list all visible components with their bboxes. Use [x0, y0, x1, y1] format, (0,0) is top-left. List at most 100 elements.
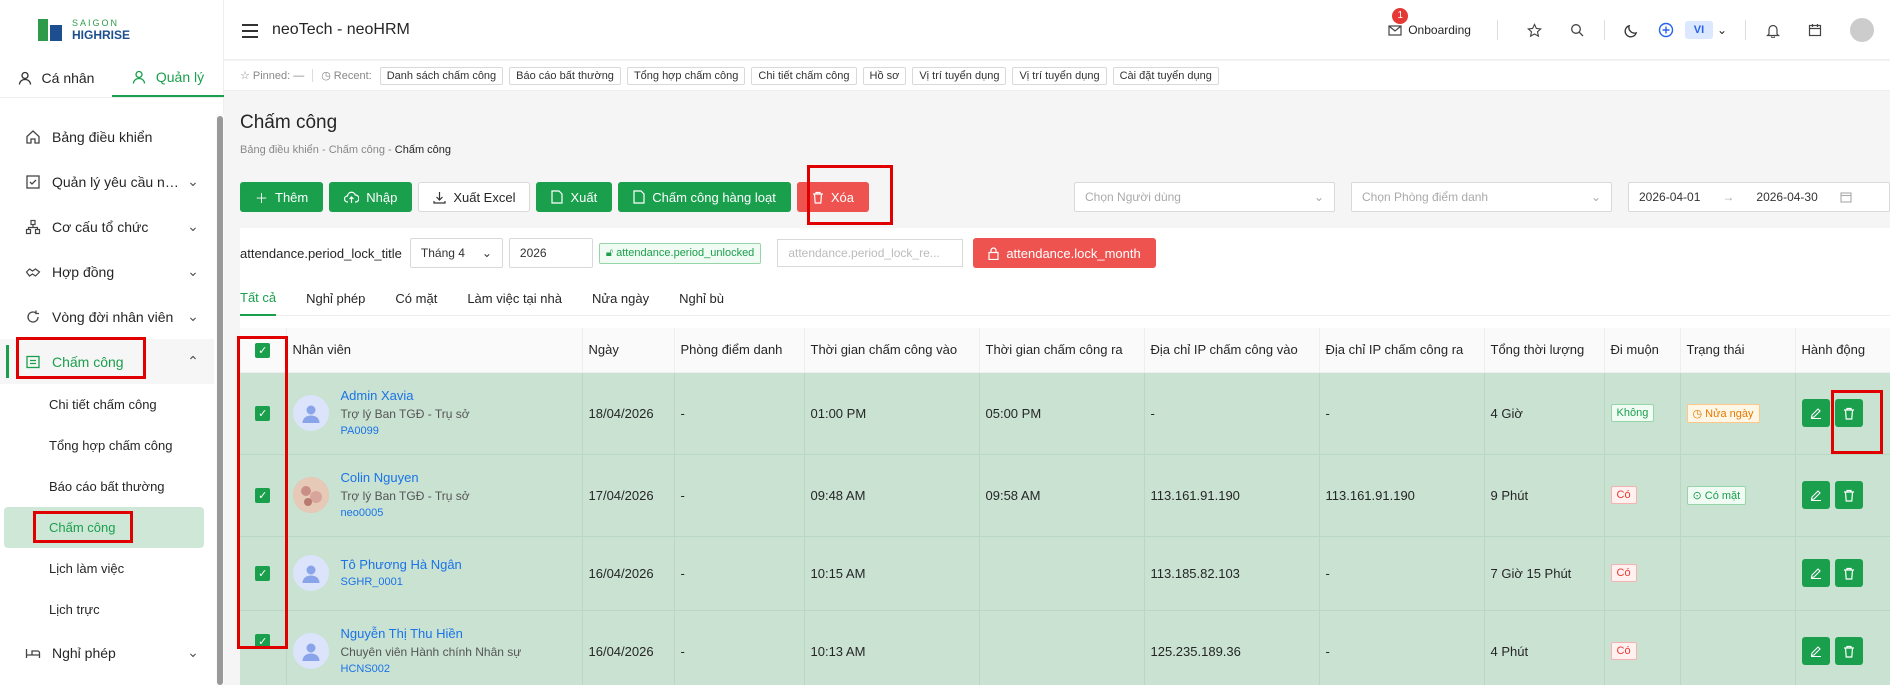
add-button[interactable]: ＋ Thêm — [240, 182, 324, 212]
sidebar-subitem-attendance[interactable]: Chấm công — [4, 507, 204, 548]
ip-in-cell: - — [1144, 372, 1320, 455]
breadcrumb-item[interactable]: Bảng điều khiển — [240, 144, 319, 156]
employee-name-link[interactable]: Colin Nguyen — [341, 469, 470, 487]
hamburger-menu-icon[interactable] — [242, 24, 258, 38]
language-selector[interactable]: VI — [1684, 21, 1713, 39]
sidebar-item-attendance[interactable]: Chấm công ⌃ — [0, 339, 214, 384]
role-tab-manager[interactable]: Quản lý — [112, 58, 224, 97]
recent-chip[interactable]: Vị trí tuyển dụng — [912, 66, 1007, 85]
employee-name-link[interactable]: Tô Phương Hà Ngân — [341, 556, 462, 574]
date-from[interactable]: 2026-04-01 — [1639, 190, 1700, 204]
user-filter-select[interactable]: Chọn Người dùng ⌄ — [1074, 182, 1335, 212]
export-excel-label: Xuất Excel — [453, 189, 516, 205]
add-button-label: Thêm — [275, 189, 309, 205]
delete-row-button[interactable] — [1834, 399, 1863, 427]
check-icon: ✓ — [255, 488, 271, 503]
star-icon[interactable] — [1526, 21, 1544, 39]
recent-chip[interactable]: Vị trí tuyển dụng — [1012, 66, 1107, 85]
delete-row-button[interactable] — [1834, 559, 1863, 587]
sidebar-item-org[interactable]: Cơ cấu tổ chức ⌄ — [0, 204, 214, 249]
room-filter-select[interactable]: Chọn Phòng điểm danh ⌄ — [1351, 182, 1612, 212]
avatar-photo — [292, 477, 329, 513]
sidebar-subitem-anomaly-report[interactable]: Báo cáo bất thường — [0, 466, 214, 507]
sidebar-item-leave[interactable]: Nghỉ phép ⌄ — [0, 630, 214, 675]
recent-chip[interactable]: Tổng hợp chấm công — [626, 66, 746, 85]
year-value: 2026 — [519, 246, 547, 260]
employee-code: neo0005 — [340, 507, 384, 519]
month-select[interactable]: Tháng 4 ⌄ — [409, 238, 503, 268]
employee-name-link[interactable]: Nguyễn Thị Thu Hiền — [341, 625, 522, 643]
sidebar-subitem-duty-schedule[interactable]: Lịch trực — [0, 589, 214, 630]
dark-mode-moon-icon[interactable] — [1623, 21, 1641, 39]
column-header: Thời gian chấm công vào — [804, 328, 980, 373]
export-button-label: Xuất — [570, 189, 598, 205]
sidebar-scrollbar-thumb[interactable] — [217, 116, 223, 685]
recent-chip[interactable]: Danh sách chấm công — [379, 66, 504, 85]
bulk-attendance-button[interactable]: Chấm công hàng loạt — [618, 182, 791, 212]
employee-cell: Nguyễn Thị Thu Hiền Chuyên viên Hành chín… — [286, 610, 583, 685]
lock-month-button[interactable]: attendance.lock_month — [973, 238, 1156, 268]
select-all-checkbox[interactable]: ✓ — [240, 328, 287, 373]
user-avatar[interactable] — [1850, 18, 1874, 42]
tab-present[interactable]: Có mặt — [395, 280, 437, 316]
chevron-down-icon[interactable]: ⌄ — [1717, 23, 1727, 37]
tab-half-day[interactable]: Nửa ngày — [592, 280, 649, 316]
sidebar-item-lifecycle[interactable]: Vòng đời nhân viên ⌄ — [0, 294, 214, 339]
year-input[interactable]: 2026 — [508, 238, 593, 268]
export-excel-button[interactable]: Xuất Excel — [418, 182, 531, 212]
table-row[interactable]: ✓ Tô Phương Hà Ngân SGHR_0001 16/04/2026 … — [240, 536, 1890, 611]
pinned-label-group: ☆ Pinned: — — [240, 69, 304, 83]
recent-chip[interactable]: Báo cáo bất thường — [509, 66, 621, 85]
sidebar-subitem-attendance-detail[interactable]: Chi tiết chấm công — [0, 384, 214, 425]
breadcrumb-item[interactable]: Chấm công — [329, 144, 385, 156]
import-button[interactable]: Nhập — [329, 182, 413, 212]
date-range-picker[interactable]: 2026-04-01 → 2026-04-30 — [1628, 182, 1890, 212]
row-checkbox[interactable]: ✓ — [240, 536, 287, 611]
calendar-icon[interactable] — [1806, 21, 1824, 39]
table-row[interactable]: ✓ Nguyễn Thị Thu Hiền Chuyên viên Hành ch… — [240, 610, 1890, 685]
column-header: Tổng thời lượng — [1484, 328, 1605, 373]
actions-cell — [1795, 610, 1890, 685]
late-badge: Không — [1610, 404, 1655, 422]
tab-comp-leave[interactable]: Nghỉ bù — [679, 280, 724, 316]
sidebar-item-requests[interactable]: Quản lý yêu cầu nhân viên ⌄ — [0, 159, 214, 204]
default-avatar-icon — [302, 643, 319, 661]
add-circle-icon[interactable] — [1657, 21, 1675, 39]
sidebar-scrollbar[interactable] — [216, 114, 224, 685]
date-to[interactable]: 2026-04-30 — [1756, 190, 1817, 204]
table-row[interactable]: ✓ Admin Xavia Trợ lý Ban TGĐ - Trụ sở PA00… — [240, 372, 1890, 455]
sidebar-item-contracts[interactable]: Hợp đồng ⌄ — [0, 249, 214, 294]
delete-row-button[interactable] — [1834, 481, 1863, 509]
delete-button[interactable]: Xóa — [796, 182, 869, 212]
row-checkbox[interactable]: ✓ — [240, 610, 287, 685]
recent-chip[interactable]: Cài đặt tuyển dụng — [1112, 66, 1219, 85]
breadcrumb: Bảng điều khiển - Chấm công - Chấm công — [240, 144, 451, 156]
row-checkbox[interactable]: ✓ — [240, 454, 287, 537]
tab-all[interactable]: Tất cả — [240, 280, 277, 316]
edit-button[interactable] — [1801, 399, 1830, 427]
sidebar-subitem-attendance-summary[interactable]: Tổng hợp chấm công — [0, 425, 214, 466]
lock-reason-input[interactable]: attendance.period_lock_re... — [777, 239, 964, 267]
search-icon[interactable] — [1568, 21, 1586, 39]
tab-wfh[interactable]: Làm việc tại nhà — [467, 280, 562, 316]
tab-leave[interactable]: Nghỉ phép — [306, 280, 365, 316]
row-checkbox[interactable]: ✓ — [240, 372, 287, 455]
company-logo[interactable]: SAIGON HIGHRISE — [36, 12, 156, 46]
edit-button[interactable] — [1801, 637, 1830, 665]
actions-cell — [1795, 536, 1890, 611]
export-button[interactable]: Xuất — [536, 182, 613, 212]
role-tab-personal[interactable]: Cá nhân — [0, 58, 112, 97]
edit-button[interactable] — [1801, 559, 1830, 587]
recent-chip[interactable]: Hồ sơ — [862, 66, 907, 85]
star-icon: ☆ — [240, 70, 250, 82]
sidebar-subitem-work-schedule[interactable]: Lịch làm việc — [0, 548, 214, 589]
recent-chip[interactable]: Chi tiết chấm công — [751, 66, 857, 85]
edit-button[interactable] — [1801, 481, 1830, 509]
delete-row-button[interactable] — [1834, 637, 1863, 665]
table-row[interactable]: ✓ Colin Nguyen Trợ lý Ban TGĐ - Trụ sở neo… — [240, 454, 1890, 537]
check-in-cell: 10:13 AM — [804, 610, 980, 685]
sidebar-item-dashboard[interactable]: Bảng điều khiển — [0, 114, 214, 159]
employee-name-link[interactable]: Admin Xavia — [341, 387, 470, 405]
onboarding-button[interactable]: 1 Onboarding — [1388, 8, 1498, 40]
bell-icon[interactable] — [1764, 21, 1782, 39]
